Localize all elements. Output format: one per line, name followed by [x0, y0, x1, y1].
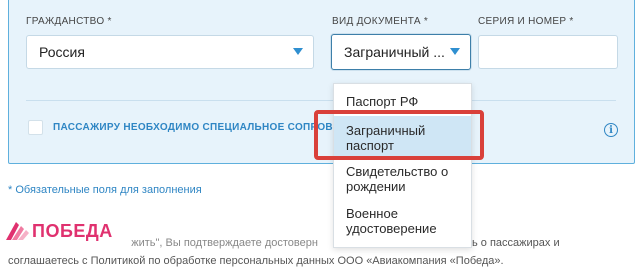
consent-text-line2: соглашаетесь с Политикой по обработке пе…	[8, 255, 504, 267]
consent-text-line1-right: ь о пассажирах и	[472, 237, 560, 249]
booking-passenger-form: ГРАЖДАНСТВО * ВИД ДОКУМЕНТА * СЕРИЯ И НО…	[0, 0, 643, 271]
highlight-annotation	[314, 110, 484, 160]
doc-type-label: ВИД ДОКУМЕНТА *	[332, 16, 429, 27]
doc-type-value: Заграничный ...	[344, 44, 445, 60]
required-fields-note: * Обязательные поля для заполнения	[8, 184, 202, 196]
info-icon[interactable]: i	[604, 123, 618, 137]
special-assistance-checkbox[interactable]	[28, 120, 43, 135]
citizenship-label: ГРАЖДАНСТВО *	[26, 16, 112, 27]
wing-logo-icon	[6, 222, 29, 240]
logo-text: ПОБЕДА	[32, 220, 113, 241]
doc-type-select[interactable]: Заграничный ...	[331, 34, 471, 70]
citizenship-select[interactable]: Россия	[26, 35, 314, 69]
doc-type-option[interactable]: Военное удостоверение	[334, 206, 471, 240]
series-number-label: СЕРИЯ И НОМЕР *	[478, 16, 574, 27]
series-number-input[interactable]	[478, 35, 618, 69]
citizenship-value: Россия	[39, 44, 85, 60]
section-divider	[26, 100, 616, 101]
chevron-down-icon	[293, 48, 303, 55]
doc-type-dropdown-list: Паспорт РФ Заграничный паспорт Свидетель…	[333, 83, 472, 248]
pobeda-logo: ПОБЕДА	[4, 220, 113, 242]
doc-type-option[interactable]: Свидетельство о рождении	[334, 164, 471, 198]
chevron-down-icon	[450, 48, 460, 55]
special-assistance-label[interactable]: ПАССАЖИРУ НЕОБХОДИМО СПЕЦИАЛЬНОЕ СОПРОВ	[53, 122, 333, 133]
